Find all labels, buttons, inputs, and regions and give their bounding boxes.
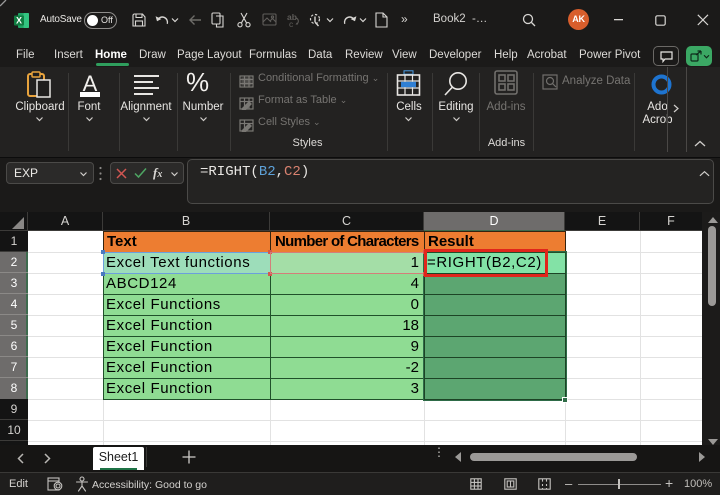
svg-text:X: X xyxy=(16,16,22,26)
